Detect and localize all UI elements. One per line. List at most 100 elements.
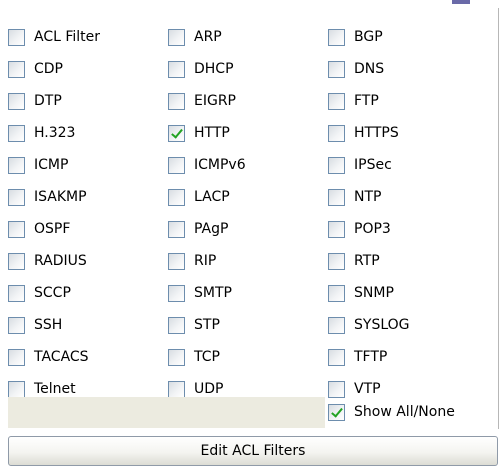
color-swatch xyxy=(452,0,470,4)
filter-checkbox-stp[interactable] xyxy=(168,316,185,334)
filter-checkbox-h-323[interactable] xyxy=(8,124,25,142)
filter-option-tcp[interactable]: TCP xyxy=(168,341,328,373)
filter-checkbox-vtp[interactable] xyxy=(328,380,345,398)
filter-label-rip: RIP xyxy=(194,252,217,269)
filter-checkbox-icmpv6[interactable] xyxy=(168,156,185,174)
filter-label-acl-filter: ACL Filter xyxy=(34,28,101,45)
filter-option-isakmp[interactable]: ISAKMP xyxy=(8,181,168,213)
filter-checkbox-syslog[interactable] xyxy=(328,316,345,334)
filter-label-dhcp: DHCP xyxy=(194,60,234,77)
filter-checkbox-rtp[interactable] xyxy=(328,252,345,270)
filter-checkbox-arp[interactable] xyxy=(168,28,185,46)
filter-checkbox-telnet[interactable] xyxy=(8,380,25,398)
filter-label-icmp: ICMP xyxy=(34,156,69,173)
filter-label-vtp: VTP xyxy=(354,380,381,397)
filter-label-ssh: SSH xyxy=(34,316,63,333)
filter-option-rtp[interactable]: RTP xyxy=(328,245,488,277)
filter-checkbox-ssh[interactable] xyxy=(8,316,25,334)
filter-option-snmp[interactable]: SNMP xyxy=(328,277,488,309)
filter-label-ntp: NTP xyxy=(354,188,382,205)
filter-checkbox-tacacs[interactable] xyxy=(8,348,25,366)
filter-label-telnet: Telnet xyxy=(34,380,76,397)
filter-option-lacp[interactable]: LACP xyxy=(168,181,328,213)
filter-label-lacp: LACP xyxy=(194,188,230,205)
filter-checkbox-ospf[interactable] xyxy=(8,220,25,238)
filter-checkbox-icmp[interactable] xyxy=(8,156,25,174)
filter-checkbox-smtp[interactable] xyxy=(168,284,185,302)
filter-checkbox-lacp[interactable] xyxy=(168,188,185,206)
filter-option-radius[interactable]: RADIUS xyxy=(8,245,168,277)
filter-option-bgp[interactable]: BGP xyxy=(328,21,488,53)
filter-option-rip[interactable]: RIP xyxy=(168,245,328,277)
filter-checkbox-ftp[interactable] xyxy=(328,92,345,110)
filter-checkbox-bgp[interactable] xyxy=(328,28,345,46)
filter-checkbox-pop3[interactable] xyxy=(328,220,345,238)
show-all-none-option[interactable]: Show All/None xyxy=(328,397,455,428)
filter-label-dns: DNS xyxy=(354,60,385,77)
filter-option-ssh[interactable]: SSH xyxy=(8,309,168,341)
filter-option-stp[interactable]: STP xyxy=(168,309,328,341)
filter-checkbox-sccp[interactable] xyxy=(8,284,25,302)
filter-checkbox-ipsec[interactable] xyxy=(328,156,345,174)
filter-option-eigrp[interactable]: EIGRP xyxy=(168,85,328,117)
filter-option-acl-filter[interactable]: ACL Filter xyxy=(8,21,168,53)
filter-option-ospf[interactable]: OSPF xyxy=(8,213,168,245)
filter-checkbox-radius[interactable] xyxy=(8,252,25,270)
filter-option-ntp[interactable]: NTP xyxy=(328,181,488,213)
filter-option-arp[interactable]: ARP xyxy=(168,21,328,53)
filter-option-ipsec[interactable]: IPSec xyxy=(328,149,488,181)
filter-option-icmp[interactable]: ICMP xyxy=(8,149,168,181)
filter-checkbox-dtp[interactable] xyxy=(8,92,25,110)
filter-label-ipsec: IPSec xyxy=(354,156,392,173)
filter-label-http: HTTP xyxy=(194,124,230,141)
filter-checkbox-cdp[interactable] xyxy=(8,60,25,78)
filter-label-smtp: SMTP xyxy=(194,284,232,301)
filter-label-tcp: TCP xyxy=(194,348,220,365)
filter-checkbox-tftp[interactable] xyxy=(328,348,345,366)
filter-checkbox-dns[interactable] xyxy=(328,60,345,78)
filter-checkbox-rip[interactable] xyxy=(168,252,185,270)
filter-label-bgp: BGP xyxy=(354,28,383,45)
filter-option-pagp[interactable]: PAgP xyxy=(168,213,328,245)
filter-checkbox-acl-filter[interactable] xyxy=(8,28,25,46)
filter-checkbox-eigrp[interactable] xyxy=(168,92,185,110)
filter-checkbox-pagp[interactable] xyxy=(168,220,185,238)
filter-option-syslog[interactable]: SYSLOG xyxy=(328,309,488,341)
filter-option-h-323[interactable]: H.323 xyxy=(8,117,168,149)
filter-option-cdp[interactable]: CDP xyxy=(8,53,168,85)
filter-option-dhcp[interactable]: DHCP xyxy=(168,53,328,85)
filter-label-dtp: DTP xyxy=(34,92,62,109)
filter-label-arp: ARP xyxy=(194,28,222,45)
filter-option-dns[interactable]: DNS xyxy=(328,53,488,85)
filter-option-smtp[interactable]: SMTP xyxy=(168,277,328,309)
filter-checkbox-udp[interactable] xyxy=(168,380,185,398)
filter-label-ftp: FTP xyxy=(354,92,379,109)
filter-checkbox-tcp[interactable] xyxy=(168,348,185,366)
filter-option-tacacs[interactable]: TACACS xyxy=(8,341,168,373)
filter-label-eigrp: EIGRP xyxy=(194,92,236,109)
filter-option-ftp[interactable]: FTP xyxy=(328,85,488,117)
filter-checkbox-isakmp[interactable] xyxy=(8,188,25,206)
filter-option-pop3[interactable]: POP3 xyxy=(328,213,488,245)
edit-acl-filters-button[interactable]: Edit ACL Filters xyxy=(8,436,498,466)
filter-option-dtp[interactable]: DTP xyxy=(8,85,168,117)
show-all-none-checkbox[interactable] xyxy=(328,404,345,421)
filter-checkbox-ntp[interactable] xyxy=(328,188,345,206)
filter-option-icmpv6[interactable]: ICMPv6 xyxy=(168,149,328,181)
filter-checkbox-dhcp[interactable] xyxy=(168,60,185,78)
filter-label-rtp: RTP xyxy=(354,252,380,269)
filter-label-isakmp: ISAKMP xyxy=(34,188,87,205)
filter-label-pagp: PAgP xyxy=(194,220,229,237)
filter-list-panel: ACL Filter ARP BGP CDP DHCP DNS DTP EIGRP FTP H.3… xyxy=(0,8,499,429)
filter-checkbox-https[interactable] xyxy=(328,124,345,142)
filter-option-http[interactable]: HTTP xyxy=(168,117,328,149)
clipped-top-row xyxy=(0,0,499,8)
filter-label-snmp: SNMP xyxy=(354,284,394,301)
filter-checkbox-http[interactable] xyxy=(168,124,185,142)
filter-checkbox-snmp[interactable] xyxy=(328,284,345,302)
filter-label-udp: UDP xyxy=(194,380,224,397)
filter-label-h-323: H.323 xyxy=(34,124,76,141)
filter-option-tftp[interactable]: TFTP xyxy=(328,341,488,373)
filter-option-sccp[interactable]: SCCP xyxy=(8,277,168,309)
filter-option-https[interactable]: HTTPS xyxy=(328,117,488,149)
